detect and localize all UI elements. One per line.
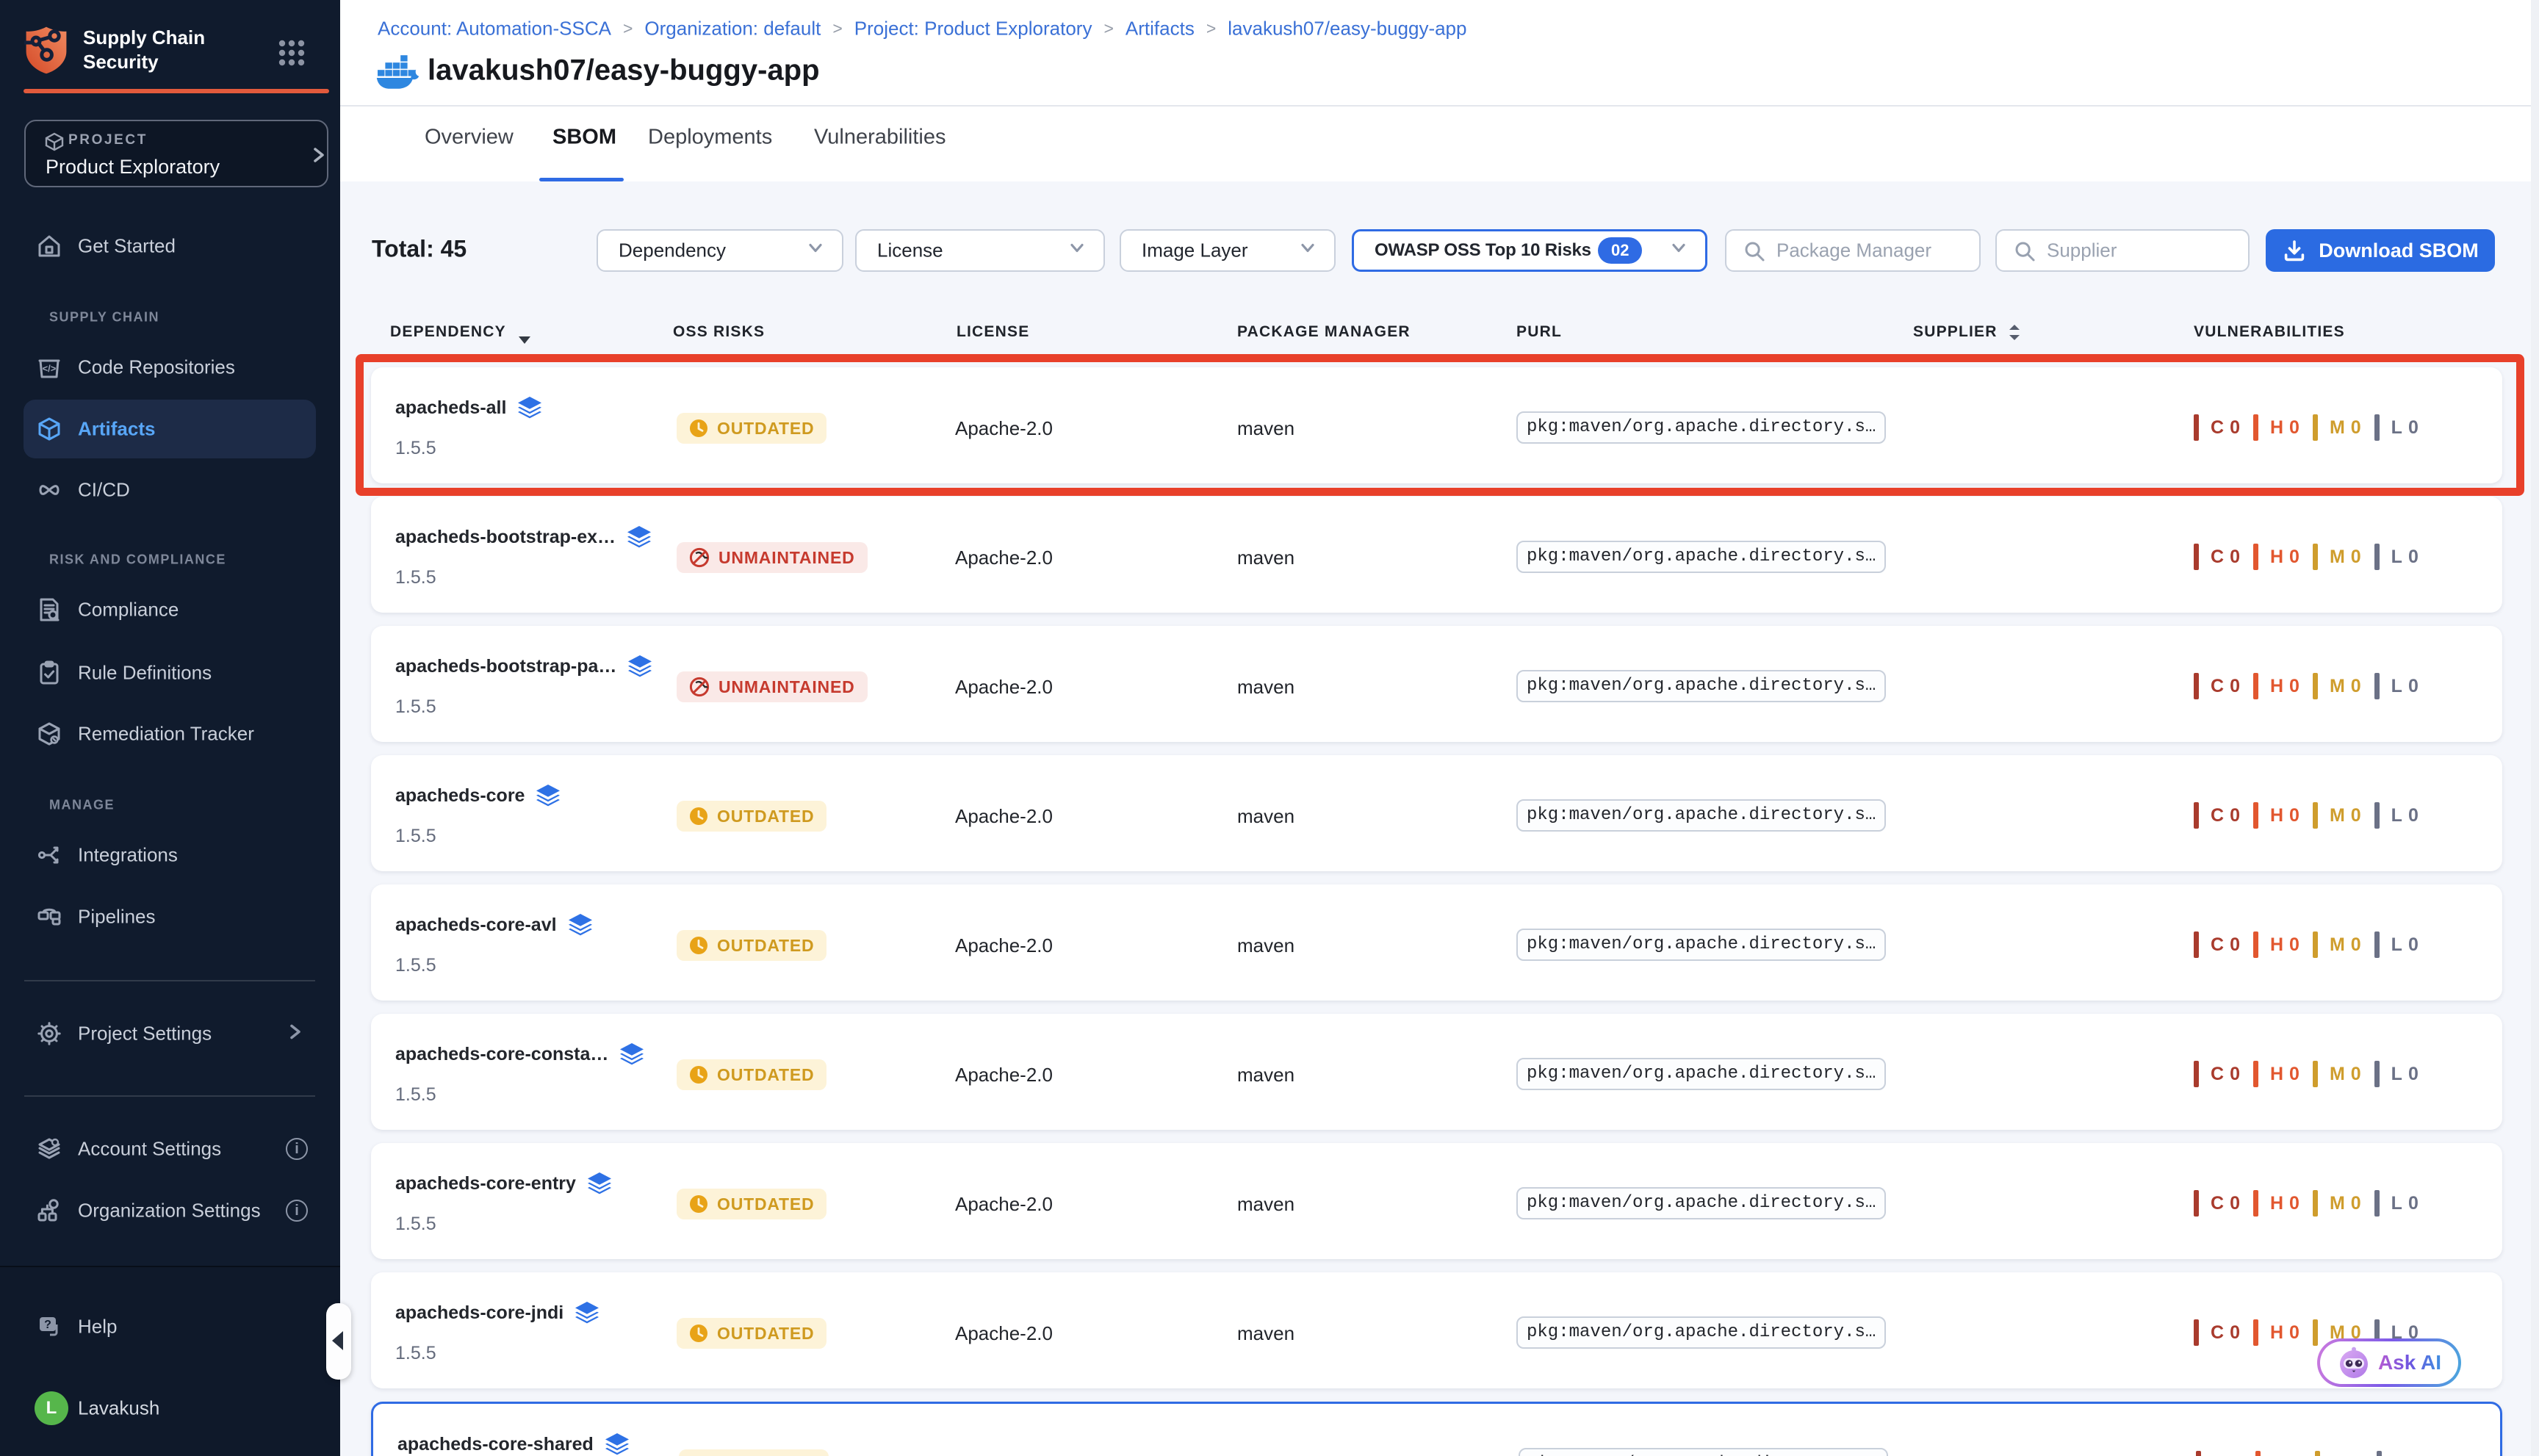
svg-text:?: ?	[44, 1319, 51, 1331]
svg-text:</>: </>	[43, 363, 57, 374]
